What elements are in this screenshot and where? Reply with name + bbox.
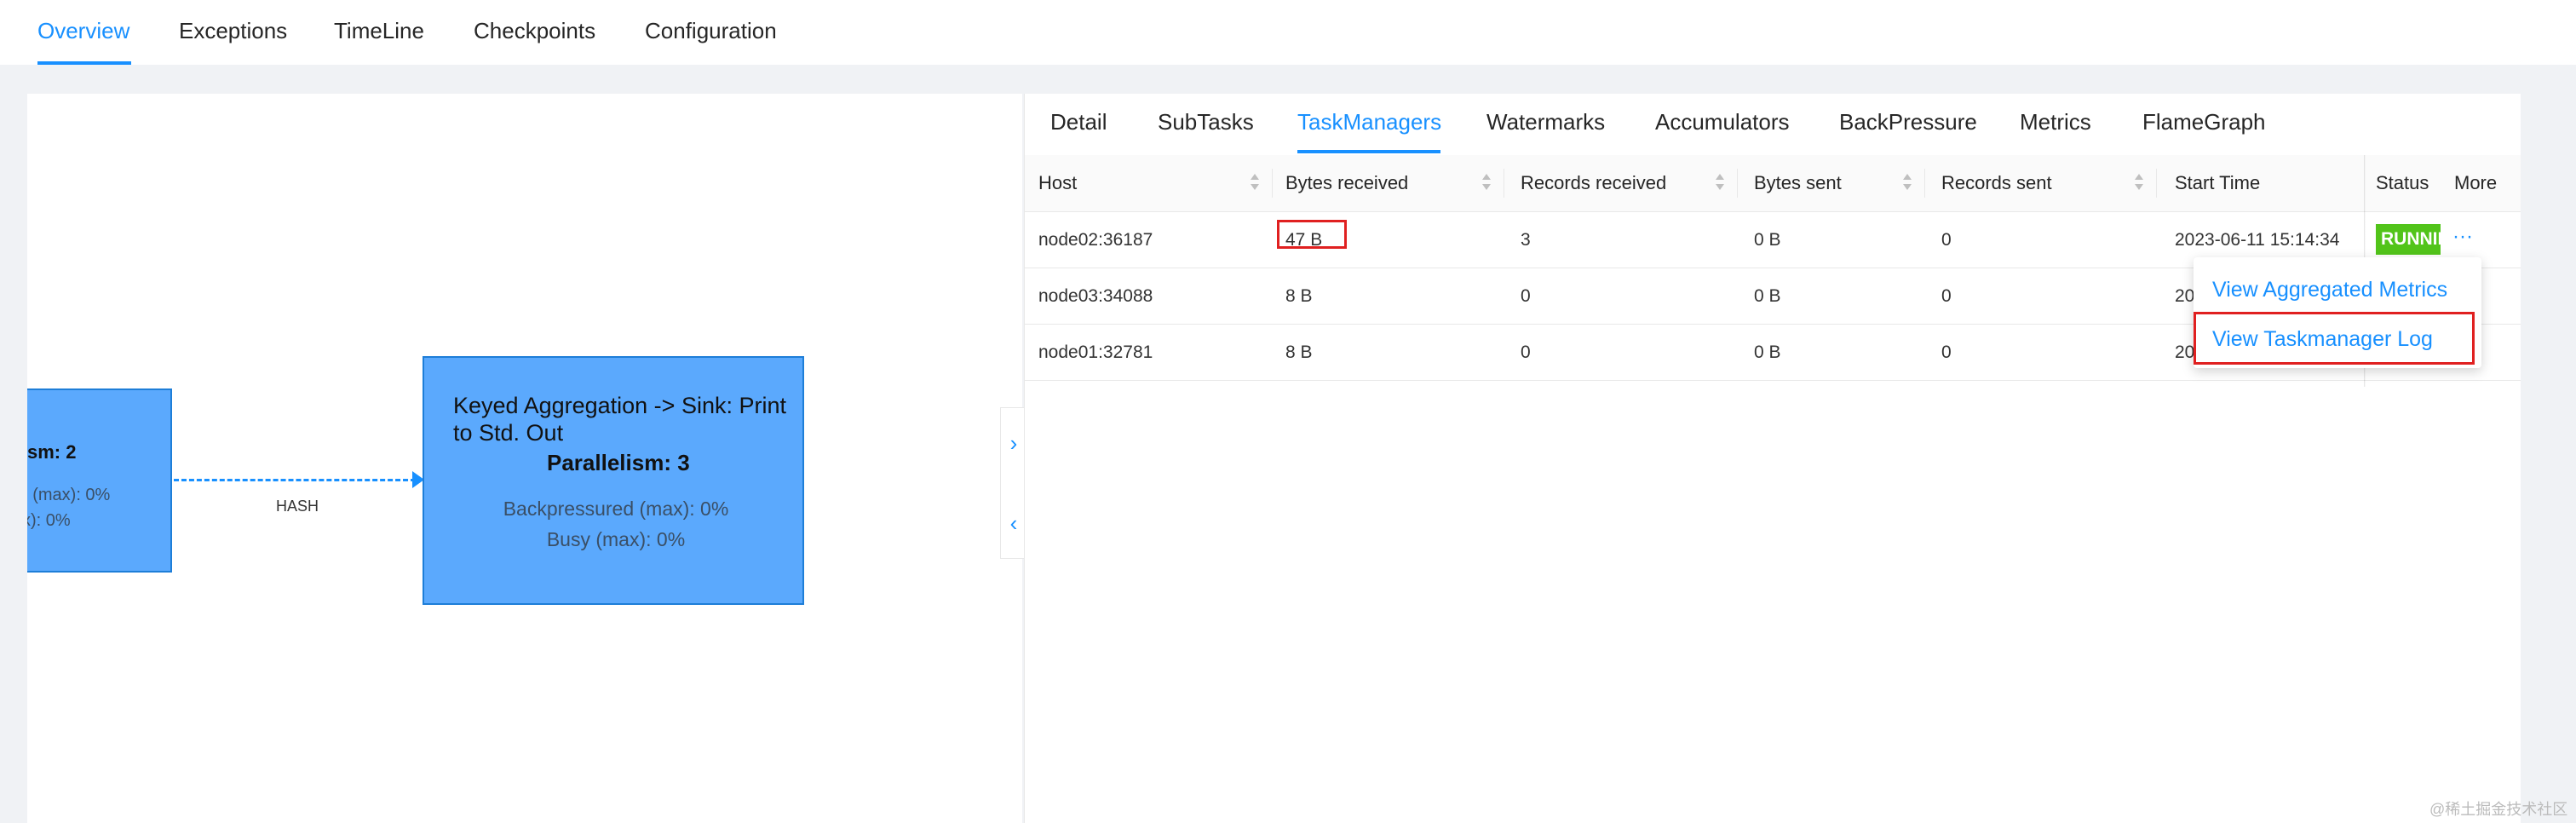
tab-configuration[interactable]: Configuration	[645, 0, 777, 65]
cell-host: node02:36187	[1038, 230, 1153, 250]
node-backpressured: ) (max): 0%	[27, 486, 111, 504]
sort-icon[interactable]	[1715, 174, 1725, 193]
cell-records-sent: 0	[1941, 230, 1952, 250]
col-records-received[interactable]: Records received	[1521, 155, 1666, 211]
tab-subtasks[interactable]: SubTasks	[1158, 109, 1254, 135]
cell-records-received: 0	[1521, 342, 1531, 362]
graph-node-keyed-aggregation[interactable]: Keyed Aggregation -> Sink: Print to Std.…	[423, 356, 804, 605]
col-status: Status	[2376, 172, 2429, 193]
highlight-box	[1277, 220, 1347, 249]
highlight-box	[2194, 312, 2475, 365]
cell-host: node01:32781	[1038, 342, 1153, 362]
tab-accumulators[interactable]: Accumulators	[1655, 109, 1790, 135]
tab-overview[interactable]: Overview	[37, 0, 129, 65]
tab-flamegraph[interactable]: FlameGraph	[2142, 109, 2266, 135]
node-busy: x): 0%	[27, 511, 71, 530]
column-divider	[1737, 169, 1738, 198]
job-graph[interactable]: sm: 2 ) (max): 0% x): 0% HASH Keyed Aggr…	[27, 94, 1022, 823]
vertex-detail-panel: Detail SubTasks TaskManagers Watermarks …	[1024, 94, 2521, 823]
cell-bytes-received: 8 B	[1285, 342, 1313, 362]
tab-timeline[interactable]: TimeLine	[334, 0, 424, 65]
cell-bytes-received: 8 B	[1285, 286, 1313, 306]
cell-start-time: 20	[2175, 286, 2195, 306]
col-records-sent[interactable]: Records sent	[1941, 155, 2052, 211]
sort-icon[interactable]	[2134, 174, 2144, 193]
table-header: Host Bytes received Records received Byt…	[1025, 155, 2521, 212]
node-title: Keyed Aggregation -> Sink: Print to Std.…	[453, 393, 786, 446]
cell-records-sent: 0	[1941, 286, 1952, 306]
top-nav: Overview Exceptions TimeLine Checkpoints…	[0, 0, 2576, 65]
chevron-right-icon[interactable]: ›	[1004, 432, 1023, 454]
tab-watermarks[interactable]: Watermarks	[1486, 109, 1605, 135]
status-badge: RUNNING	[2376, 224, 2441, 255]
sort-icon[interactable]	[1250, 174, 1260, 193]
sort-icon[interactable]	[1481, 174, 1492, 193]
graph-edge	[174, 479, 416, 481]
cell-start-time: 20	[2175, 342, 2195, 362]
col-start-time[interactable]: Start Time	[2175, 155, 2260, 211]
col-more: More	[2454, 172, 2498, 193]
tab-checkpoints[interactable]: Checkpoints	[474, 0, 595, 65]
tab-exceptions[interactable]: Exceptions	[179, 0, 287, 65]
node-backpressured: Backpressured (max): 0%	[503, 498, 729, 520]
menu-item-view-aggregated-metrics[interactable]: View Aggregated Metrics	[2212, 271, 2447, 308]
tab-taskmanagers[interactable]: TaskManagers	[1297, 109, 1441, 135]
graph-node-source[interactable]: sm: 2 ) (max): 0% x): 0%	[27, 388, 172, 573]
cell-records-sent: 0	[1941, 342, 1952, 362]
more-actions-menu: View Aggregated Metrics View Taskmanager…	[2194, 257, 2481, 368]
node-parallelism: sm: 2	[27, 441, 77, 463]
col-bytes-received[interactable]: Bytes received	[1285, 155, 1408, 211]
edge-label: HASH	[276, 498, 319, 515]
tab-metrics[interactable]: Metrics	[2020, 109, 2091, 135]
active-tab-indicator	[37, 61, 131, 65]
cell-bytes-sent: 0 B	[1754, 342, 1781, 362]
cell-records-received: 3	[1521, 230, 1531, 250]
tab-backpressure[interactable]: BackPressure	[1839, 109, 1977, 135]
node-parallelism: Parallelism: 3	[547, 450, 690, 475]
sort-icon[interactable]	[1902, 174, 1912, 193]
cell-host: node03:34088	[1038, 286, 1153, 306]
column-divider	[1272, 169, 1273, 198]
panel-toggle-strip: › ‹	[1000, 407, 1026, 559]
watermark: @稀土掘金技术社区	[2429, 801, 2568, 818]
cell-bytes-sent: 0 B	[1754, 230, 1781, 250]
node-busy: Busy (max): 0%	[546, 528, 686, 550]
cell-bytes-sent: 0 B	[1754, 286, 1781, 306]
column-divider	[2156, 169, 2157, 198]
tab-detail[interactable]: Detail	[1050, 109, 1107, 135]
column-divider	[1924, 169, 1925, 198]
col-host[interactable]: Host	[1038, 155, 1077, 211]
cell-records-received: 0	[1521, 286, 1531, 306]
active-subtab-indicator	[1297, 150, 1440, 153]
col-bytes-sent[interactable]: Bytes sent	[1754, 155, 1842, 211]
chevron-left-icon[interactable]: ‹	[1004, 512, 1023, 534]
